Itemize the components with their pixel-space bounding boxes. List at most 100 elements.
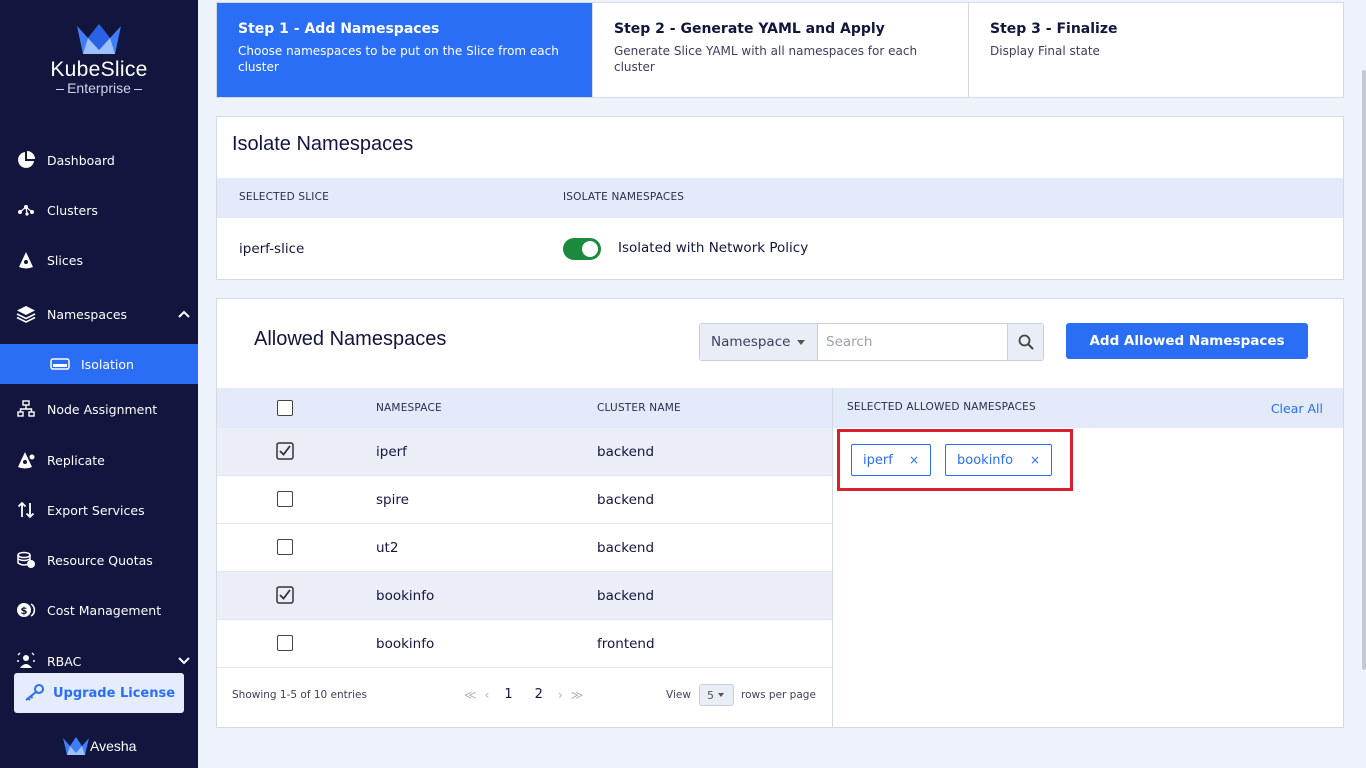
selected-allowed-header: SELECTED ALLOWED NAMESPACES bbox=[847, 401, 1036, 413]
cluster-cell: backend bbox=[597, 588, 655, 604]
chip-label: iperf bbox=[863, 452, 893, 468]
step-description: Display Final state bbox=[990, 44, 1100, 58]
col-cluster-name: CLUSTER NAME bbox=[597, 402, 681, 414]
add-allowed-namespaces-button[interactable]: Add Allowed Namespaces bbox=[1066, 323, 1308, 359]
sidebar-item-label: Cost Management bbox=[47, 602, 162, 618]
namespace-filter-select[interactable]: Namespace bbox=[700, 324, 818, 360]
isolate-toggle[interactable] bbox=[563, 238, 601, 260]
namespace-cell: bookinfo bbox=[376, 588, 435, 604]
namespace-chip-iperf: iperf × bbox=[851, 444, 931, 476]
avesha-crown-icon bbox=[63, 737, 89, 755]
sidebar-item-clusters[interactable]: Clusters bbox=[0, 190, 198, 230]
row-checkbox[interactable] bbox=[277, 491, 293, 507]
avesha-logo: Avesha bbox=[62, 736, 136, 756]
last-page-icon[interactable]: ≫ bbox=[571, 688, 584, 702]
page-scrollbar[interactable] bbox=[1362, 70, 1366, 670]
upgrade-license-button[interactable]: Upgrade License bbox=[14, 673, 184, 713]
sidebar-item-namespaces[interactable]: Namespaces bbox=[0, 294, 198, 334]
row-checkbox[interactable] bbox=[277, 539, 293, 555]
rows-per-page-select[interactable]: 5 bbox=[699, 684, 734, 706]
col-isolate-namespaces: ISOLATE NAMESPACES bbox=[563, 191, 685, 203]
table-row[interactable]: spire backend bbox=[217, 476, 832, 524]
crown-logo-icon bbox=[77, 24, 121, 54]
stepper: Step 1 - Add Namespaces Choose namespace… bbox=[216, 2, 1344, 98]
search-button[interactable] bbox=[1007, 324, 1043, 360]
sidebar-item-label: Resource Quotas bbox=[47, 552, 153, 568]
sidebar-item-label: Dashboard bbox=[47, 152, 115, 168]
avesha-label: Avesha bbox=[90, 738, 137, 754]
view-label: View bbox=[666, 689, 691, 701]
kubeslice-logo[interactable]: KubeSlice Enterprise bbox=[0, 22, 198, 96]
next-page-icon[interactable]: › bbox=[558, 688, 563, 702]
allowed-title: Allowed Namespaces bbox=[254, 328, 447, 350]
page-2-button[interactable]: 2 bbox=[535, 687, 543, 702]
selected-panel-header: SELECTED ALLOWED NAMESPACES Clear All bbox=[833, 388, 1343, 428]
sidebar-item-label: Node Assignment bbox=[47, 401, 158, 417]
sidebar-item-label: Clusters bbox=[47, 202, 98, 218]
rows-per-page-label: rows per page bbox=[741, 689, 816, 701]
sidebar-item-label: Replicate bbox=[47, 452, 105, 468]
search-input[interactable] bbox=[818, 324, 1007, 360]
node-tree-icon bbox=[16, 399, 36, 419]
chip-label: bookinfo bbox=[957, 452, 1014, 468]
caret-down-icon bbox=[718, 693, 724, 697]
chevron-up-icon[interactable] bbox=[178, 306, 190, 321]
sidebar-item-export-services[interactable]: Export Services bbox=[0, 490, 198, 530]
chevron-down-icon[interactable] bbox=[178, 653, 190, 668]
col-selected-slice: SELECTED SLICE bbox=[239, 191, 329, 203]
pagination-footer: Showing 1-5 of 10 entries ≪ ‹ 1 2 › ≫ Vi… bbox=[217, 668, 832, 728]
row-checkbox[interactable] bbox=[277, 635, 293, 651]
prev-page-icon[interactable]: ‹ bbox=[485, 688, 490, 702]
layers-icon bbox=[16, 304, 36, 324]
sidebar-item-label: RBAC bbox=[47, 653, 82, 669]
sidebar-item-slices[interactable]: Slices bbox=[0, 240, 198, 280]
select-all-checkbox[interactable] bbox=[277, 400, 293, 416]
page-1-button[interactable]: 1 bbox=[504, 687, 512, 702]
sidebar-item-dashboard[interactable]: Dashboard bbox=[0, 140, 198, 180]
table-row[interactable]: ut2 backend bbox=[217, 524, 832, 572]
sidebar-item-cost-management[interactable]: $ Cost Management bbox=[0, 590, 198, 630]
table-row[interactable]: iperf backend bbox=[217, 428, 832, 476]
cluster-icon bbox=[16, 200, 36, 220]
row-checkbox-checked[interactable] bbox=[276, 586, 294, 604]
namespace-cell: bookinfo bbox=[376, 636, 435, 652]
namespace-filter-label: Namespace bbox=[711, 334, 791, 350]
table-row[interactable]: bookinfo frontend bbox=[217, 620, 832, 668]
checkbox-checked-icon bbox=[276, 586, 294, 604]
step-title: Step 3 - Finalize bbox=[990, 21, 1118, 37]
cluster-cell: backend bbox=[597, 540, 655, 556]
export-arrows-icon bbox=[16, 500, 36, 520]
step-1[interactable]: Step 1 - Add Namespaces Choose namespace… bbox=[217, 3, 593, 97]
sidebar-item-node-assignment[interactable]: Node Assignment bbox=[0, 389, 198, 429]
search-bar: Namespace bbox=[699, 323, 1044, 361]
step-3[interactable]: Step 3 - Finalize Display Final state bbox=[969, 3, 1343, 97]
sidebar-item-label: Isolation bbox=[81, 356, 134, 372]
row-checkbox-checked[interactable] bbox=[276, 442, 294, 460]
rbac-icon bbox=[16, 651, 36, 671]
step-description: Choose namespaces to be put on the Slice… bbox=[238, 44, 559, 74]
col-namespace: NAMESPACE bbox=[376, 402, 442, 414]
slice-icon bbox=[16, 250, 36, 270]
sidebar-item-label: Slices bbox=[47, 252, 83, 268]
table-row[interactable]: bookinfo backend bbox=[217, 572, 832, 620]
upgrade-license-label: Upgrade License bbox=[52, 685, 176, 701]
pagination: ≪ ‹ 1 2 › ≫ bbox=[460, 687, 587, 702]
brand-name: KubeSlice bbox=[50, 58, 148, 81]
coins-icon bbox=[16, 550, 36, 570]
sidebar-item-isolation[interactable]: Isolation bbox=[0, 344, 198, 384]
clear-all-link[interactable]: Clear All bbox=[1271, 401, 1323, 416]
first-page-icon[interactable]: ≪ bbox=[464, 688, 477, 702]
sidebar-item-resource-quotas[interactable]: Resource Quotas bbox=[0, 540, 198, 580]
toggle-knob bbox=[582, 241, 598, 257]
isolation-icon bbox=[50, 354, 70, 374]
remove-chip-icon[interactable]: × bbox=[1030, 453, 1040, 467]
sidebar-item-label: Export Services bbox=[47, 502, 145, 518]
sidebar: KubeSlice Enterprise Dashboard Clusters … bbox=[0, 0, 198, 768]
sidebar-item-replicate[interactable]: Replicate bbox=[0, 440, 198, 480]
svg-text:$: $ bbox=[21, 606, 28, 617]
namespace-chip-bookinfo: bookinfo × bbox=[945, 444, 1052, 476]
cluster-cell: frontend bbox=[597, 636, 655, 652]
step-title: Step 2 - Generate YAML and Apply bbox=[614, 21, 885, 37]
step-2[interactable]: Step 2 - Generate YAML and Apply Generat… bbox=[593, 3, 969, 97]
remove-chip-icon[interactable]: × bbox=[909, 453, 919, 467]
